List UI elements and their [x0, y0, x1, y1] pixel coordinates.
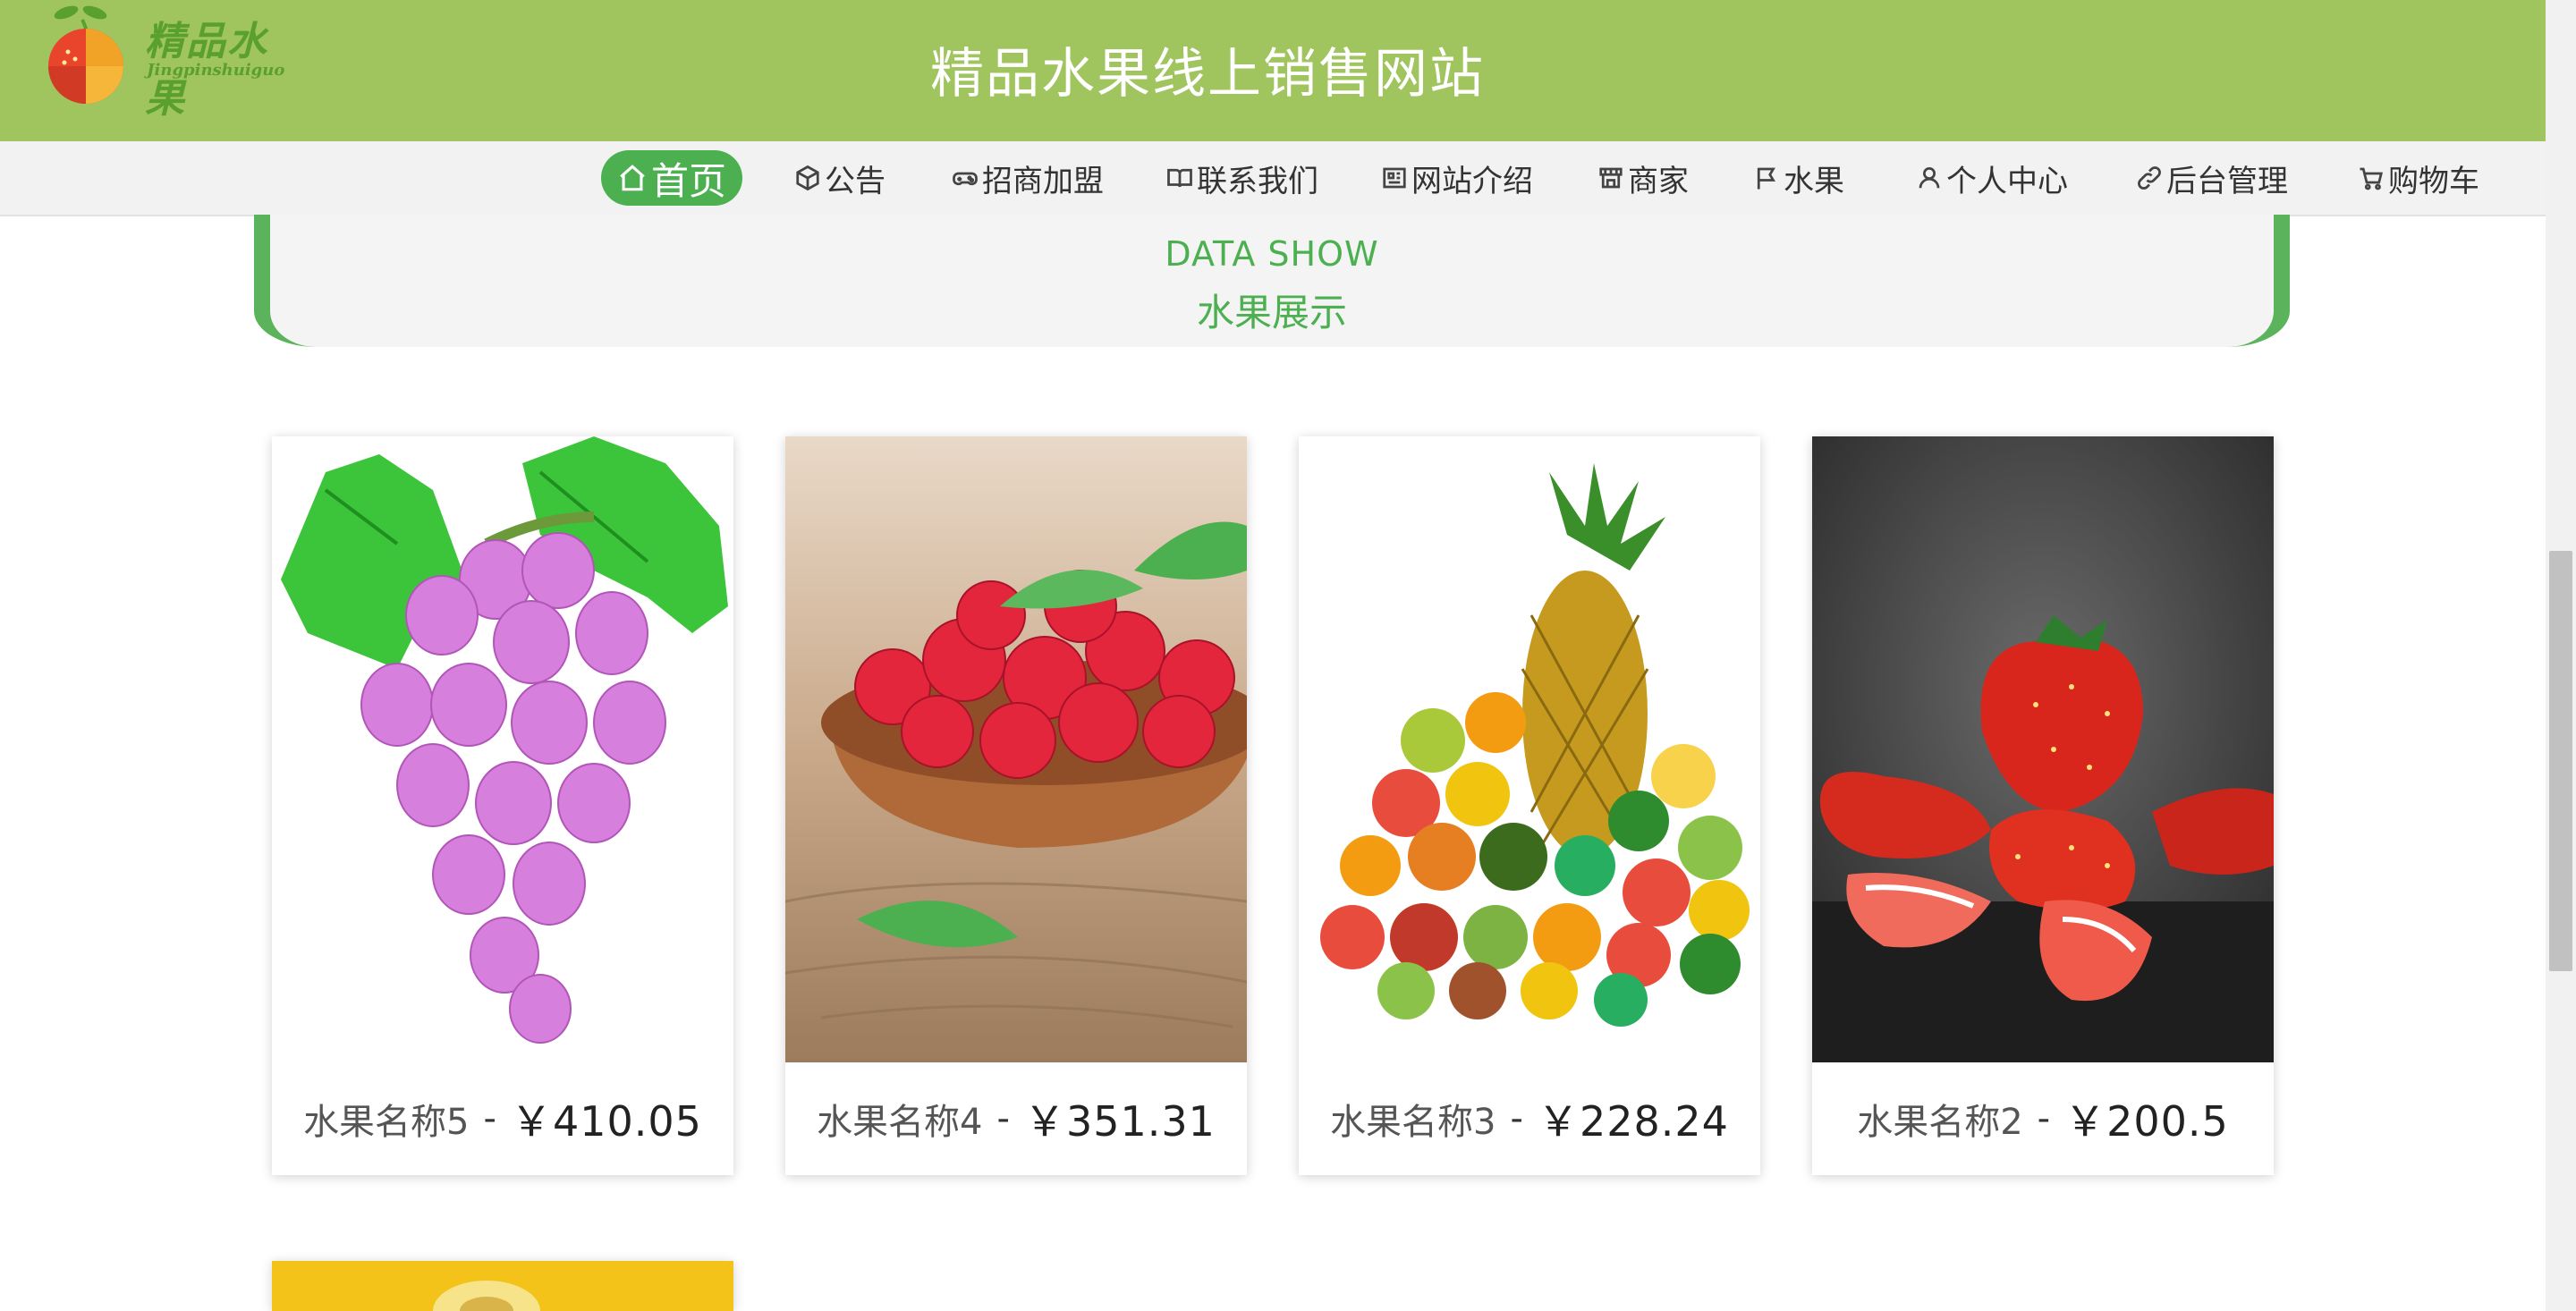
- flag-icon: [1757, 167, 1775, 190]
- cart-icon: [2360, 167, 2384, 190]
- product-caption[interactable]: 水果名称2 - ￥200.5: [1812, 1062, 2274, 1175]
- caption-separator: -: [996, 1098, 1010, 1139]
- nav-item-merchants[interactable]: 商家: [1597, 150, 1689, 206]
- section-title-en: DATA SHOW: [1165, 234, 1379, 274]
- caption-separator: -: [483, 1098, 496, 1139]
- nav-item-profile[interactable]: 个人中心: [1916, 150, 2068, 206]
- nav-label: 后台管理: [2166, 163, 2288, 199]
- nav-label: 招商加盟: [982, 163, 1104, 199]
- product-name: 水果名称4: [817, 1102, 983, 1143]
- nav-label: 商家: [1628, 163, 1689, 199]
- logo-subtext: Jingpinshuiguo: [147, 61, 285, 80]
- product-card[interactable]: 水果名称5 - ￥410.05: [272, 436, 733, 1175]
- product-card[interactable]: 水果名称3 - ￥228.24: [1299, 436, 1760, 1175]
- nav-label: 个人中心: [1946, 163, 2068, 199]
- product-name: 水果名称3: [1330, 1102, 1496, 1143]
- product-price: ￥410.05: [510, 1097, 702, 1146]
- product-price: ￥200.5: [2064, 1097, 2229, 1146]
- nav-item-admin[interactable]: 后台管理: [2136, 150, 2288, 206]
- link-icon: [2138, 166, 2161, 190]
- product-card[interactable]: [272, 1261, 733, 1311]
- newspaper-icon: [1383, 167, 1406, 189]
- product-caption[interactable]: 水果名称5 - ￥410.05: [272, 1062, 733, 1175]
- site-logo[interactable]: 精品水果 Jingpinshuiguo: [39, 0, 308, 122]
- product-price: ￥351.31: [1023, 1097, 1216, 1146]
- raspberries-image: [785, 436, 1247, 1062]
- strawberries-image: [1812, 436, 2274, 1062]
- nav-item-fruits[interactable]: 水果: [1753, 150, 1844, 206]
- nav-item-home[interactable]: 首页: [601, 150, 743, 206]
- box-icon: [796, 165, 819, 191]
- mixed-fruit-image: [1299, 436, 1760, 1062]
- nav-label: 水果: [1784, 163, 1844, 199]
- scrollbar-thumb[interactable]: [2549, 551, 2572, 971]
- nav-item-franchise[interactable]: 招商加盟: [952, 150, 1104, 206]
- product-image-strawberries[interactable]: [1812, 436, 2274, 1062]
- home-icon: [620, 165, 645, 191]
- product-image-raspberries[interactable]: [785, 436, 1247, 1062]
- product-name: 水果名称2: [1857, 1102, 2023, 1143]
- fruit-logo-icon: [48, 5, 123, 104]
- product-image-grapes[interactable]: [272, 436, 733, 1062]
- site-title: 精品水果线上销售网站: [930, 43, 1485, 106]
- nav-item-announcements[interactable]: 公告: [794, 150, 886, 206]
- nav-label: 网站介绍: [1411, 163, 1533, 199]
- nav-item-contact[interactable]: 联系我们: [1166, 150, 1318, 206]
- section-banner: DATA SHOW 水果展示: [254, 215, 2290, 347]
- book-icon: [1167, 168, 1192, 188]
- caption-separator: -: [1510, 1098, 1523, 1139]
- nav-item-cart[interactable]: 购物车: [2358, 150, 2479, 206]
- product-name: 水果名称5: [303, 1102, 470, 1143]
- nav-item-about[interactable]: 网站介绍: [1381, 150, 1533, 206]
- store-icon: [1599, 167, 1623, 189]
- product-image-mixed-fruit[interactable]: [1299, 436, 1760, 1062]
- caption-separator: -: [2037, 1098, 2051, 1139]
- nav-label: 联系我们: [1197, 163, 1318, 199]
- product-caption[interactable]: 水果名称4 - ￥351.31: [785, 1062, 1247, 1175]
- product-card[interactable]: 水果名称4 - ￥351.31: [785, 436, 1247, 1175]
- product-caption[interactable]: 水果名称3 - ￥228.24: [1299, 1062, 1760, 1175]
- nav-label: 公告: [825, 163, 886, 199]
- product-price: ￥228.24: [1537, 1097, 1729, 1146]
- page: 精品水果 Jingpinshuiguo 精品水果线上销售网站 首页 公告 招商加…: [0, 0, 2576, 1311]
- gamepad-icon: [953, 172, 978, 186]
- nav-label: 购物车: [2388, 163, 2479, 199]
- section-title-cn: 水果展示: [1196, 291, 1347, 334]
- product-image-partial: [272, 1261, 733, 1311]
- main-nav: 首页 公告 招商加盟 联系我们 网站介绍 商家 水果 个人中心 后台管理 购物车: [0, 141, 2546, 216]
- nav-label: 首页: [651, 158, 727, 203]
- product-card[interactable]: 水果名称2 - ￥200.5: [1812, 436, 2274, 1175]
- user-icon: [1919, 167, 1940, 189]
- top-header: 精品水果 Jingpinshuiguo 精品水果线上销售网站: [0, 0, 2546, 141]
- grapes-image: [272, 436, 733, 1062]
